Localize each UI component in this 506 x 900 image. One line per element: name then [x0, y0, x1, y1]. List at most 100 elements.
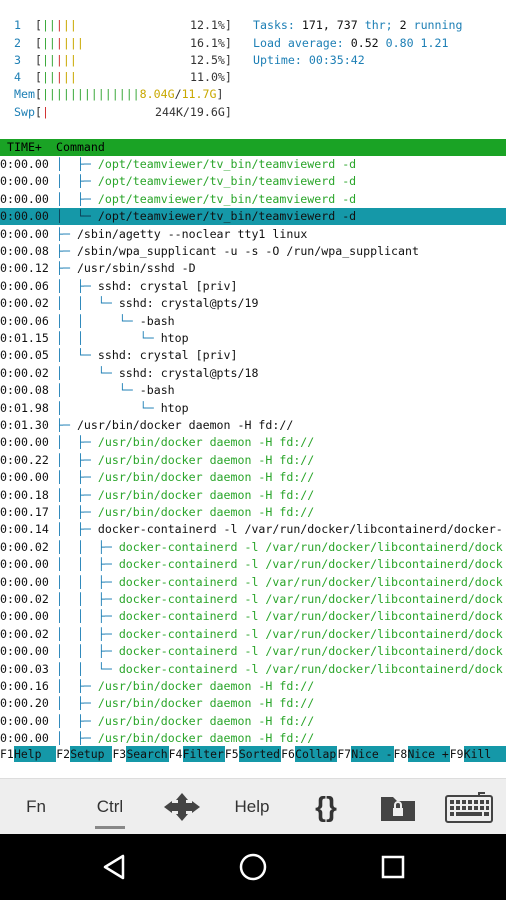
process-row[interactable]: 0:00.02 │ │ ├─ docker-containerd -l /var/… — [0, 591, 506, 608]
process-command: │ ├─ /usr/bin/docker daemon -H fd:// — [56, 696, 315, 711]
process-time: 0:00.14 — [0, 522, 49, 537]
process-row[interactable]: 0:00.02 │ │ ├─ docker-containerd -l /var/… — [0, 539, 506, 556]
fkey-f7[interactable]: F7 — [337, 746, 351, 762]
fkey-f4[interactable]: F4 — [169, 746, 183, 762]
process-time: 0:00.22 — [0, 452, 49, 467]
cpu-percent-3: 12.5%] — [190, 53, 232, 67]
column-time[interactable]: TIME+ — [7, 139, 42, 156]
process-row[interactable]: 0:00.05 │ └─ sshd: crystal [priv] — [0, 347, 506, 364]
fkey-label-f6[interactable]: Collap — [295, 746, 338, 762]
process-time: 0:00.06 — [0, 313, 49, 328]
process-row[interactable]: 0:00.00 │ ├─ /usr/bin/docker daemon -H fd… — [0, 730, 506, 747]
process-row[interactable]: 0:00.00 │ │ ├─ docker-containerd -l /var/… — [0, 608, 506, 625]
fkey-label-f4[interactable]: Filter — [182, 746, 225, 762]
process-row[interactable]: 0:01.30 ├─ /usr/bin/docker daemon -H fd:/… — [0, 417, 506, 434]
process-row[interactable]: 0:00.00 │ ├─ /opt/teamviewer/tv_bin/teamv… — [0, 191, 506, 208]
process-row[interactable]: 0:00.08 │ └─ -bash — [0, 382, 506, 399]
fkey-label-f7[interactable]: Nice - — [351, 746, 394, 762]
process-time: 0:00.00 — [0, 157, 49, 171]
process-time: 0:00.02 — [0, 626, 49, 641]
process-command: │ │ ├─ docker-containerd -l /var/run/doc… — [56, 626, 503, 641]
process-command: │ ├─ /usr/bin/docker daemon -H fd:// — [56, 452, 315, 467]
process-row[interactable]: 0:00.00 │ ├─ /usr/bin/docker daemon -H fd… — [0, 713, 506, 730]
process-time: 0:01.15 — [0, 331, 49, 345]
fkey-label-f1[interactable]: Help — [14, 746, 57, 762]
fkey-f8[interactable]: F8 — [394, 746, 408, 762]
process-command: ├─ /usr/bin/docker daemon -H fd:// — [56, 418, 294, 432]
process-row[interactable]: 0:00.16 │ ├─ /usr/bin/docker daemon -H fd… — [0, 678, 506, 695]
process-command: │ ├─ /usr/bin/docker daemon -H fd:// — [56, 731, 315, 746]
fkey-label-f8[interactable]: Nice + — [407, 746, 450, 762]
fkey-f6[interactable]: F6 — [281, 746, 295, 762]
process-command: │ ├─ /usr/bin/docker daemon -H fd:// — [56, 470, 315, 485]
process-list-header[interactable]: TIME+ Command — [0, 139, 506, 156]
fkey-f1[interactable]: F1 — [0, 746, 14, 762]
uptime-stat: Uptime: 00:35:42 — [253, 53, 365, 67]
process-row[interactable]: 0:00.00 │ ├─ /opt/teamviewer/tv_bin/teamv… — [0, 156, 506, 173]
keyboard-icon[interactable] — [442, 779, 496, 835]
fkey-label-f9[interactable]: Kill — [463, 746, 506, 762]
process-row[interactable]: 0:00.02 │ │ └─ sshd: crystal@pts/19 — [0, 295, 506, 312]
process-row[interactable]: 0:00.00 │ ├─ /usr/bin/docker daemon -H fd… — [0, 434, 506, 451]
process-row[interactable]: 0:00.12 ├─ /usr/sbin/sshd -D — [0, 260, 506, 277]
recents-icon[interactable] — [372, 834, 414, 900]
fkey-f2[interactable]: F2 — [56, 746, 70, 762]
folder-lock-icon[interactable] — [376, 779, 420, 835]
swap-meter: Swp[| — [14, 105, 49, 119]
process-row[interactable]: 0:00.02 │ │ ├─ docker-containerd -l /var/… — [0, 626, 506, 643]
process-command: │ └─ sshd: crystal [priv] — [56, 348, 238, 363]
fkey-f5[interactable]: F5 — [225, 746, 239, 762]
fkey-f3[interactable]: F3 — [112, 746, 126, 762]
arrows-move-icon[interactable] — [158, 779, 206, 835]
process-command: │ └─ htop — [56, 400, 189, 415]
fkey-f9[interactable]: F9 — [450, 746, 464, 762]
cpu-meter-3: 3 [||||| — [14, 53, 77, 67]
back-icon[interactable] — [94, 834, 134, 900]
column-command[interactable]: Command — [56, 139, 105, 156]
android-navigation-bar — [0, 834, 506, 900]
process-row[interactable]: 0:00.20 │ ├─ /usr/bin/docker daemon -H fd… — [0, 695, 506, 712]
process-row[interactable]: 0:00.00 │ └─ /opt/teamviewer/tv_bin/teamv… — [0, 208, 506, 226]
process-row[interactable]: 0:01.98 │ └─ htop — [0, 400, 506, 417]
process-row[interactable]: 0:00.00 │ ├─ /opt/teamviewer/tv_bin/teamv… — [0, 173, 506, 190]
process-command: │ ├─ docker-containerd -l /var/run/docke… — [56, 522, 503, 537]
help-key-button[interactable]: Help — [226, 779, 278, 835]
process-time: 0:00.18 — [0, 487, 49, 502]
fkey-label-f5[interactable]: Sorted — [238, 746, 282, 762]
process-command: │ └─ /opt/teamviewer/tv_bin/teamviewerd … — [56, 209, 357, 224]
process-row[interactable]: 0:00.08 ├─ /sbin/wpa_supplicant -u -s -O … — [0, 243, 506, 260]
process-time: 0:00.00 — [0, 713, 49, 728]
swap-value: 244K/19.6G] — [155, 105, 232, 119]
process-command: │ ├─ /opt/teamviewer/tv_bin/teamviewerd … — [56, 191, 357, 206]
fn-key-button[interactable]: Fn — [10, 779, 62, 835]
process-command: │ │ └─ sshd: crystal@pts/19 — [56, 296, 259, 311]
process-row[interactable]: 0:00.00 │ ├─ /usr/bin/docker daemon -H fd… — [0, 469, 506, 486]
process-command: │ │ └─ -bash — [56, 313, 175, 328]
htop-terminal[interactable]: 1 [||||| 12.1%] 2 [|||||| 16.1%] 3 [||||| 12.… — [0, 0, 506, 778]
process-time: 0:00.05 — [0, 348, 49, 363]
process-row[interactable]: 0:00.00 │ │ ├─ docker-containerd -l /var/… — [0, 574, 506, 591]
process-row[interactable]: 0:00.00 │ │ ├─ docker-containerd -l /var/… — [0, 556, 506, 573]
process-time: 0:01.30 — [0, 418, 49, 432]
process-time: 0:00.00 — [0, 644, 49, 659]
mem-meter: Mem[||||||||||||||8.04G/11.7G] — [14, 87, 224, 101]
process-row[interactable]: 0:00.17 │ ├─ /usr/bin/docker daemon -H fd… — [0, 504, 506, 521]
cpu-meter-1: 1 [||||| — [14, 18, 77, 32]
process-row[interactable]: 0:00.14 │ ├─ docker-containerd -l /var/ru… — [0, 521, 506, 538]
process-row[interactable]: 0:01.15 │ │ └─ htop — [0, 330, 506, 347]
fkey-label-f3[interactable]: Search — [126, 746, 169, 762]
process-time: 0:00.00 — [0, 609, 49, 624]
process-row[interactable]: 0:00.03 │ │ └─ docker-containerd -l /var/… — [0, 661, 506, 678]
braces-key-button[interactable]: {} — [300, 779, 352, 835]
process-row[interactable]: 0:00.06 │ ├─ sshd: crystal [priv] — [0, 278, 506, 295]
home-icon[interactable] — [232, 834, 274, 900]
process-row[interactable]: 0:00.06 │ │ └─ -bash — [0, 313, 506, 330]
process-row[interactable]: 0:00.00 ├─ /sbin/agetty --noclear tty1 li… — [0, 226, 506, 243]
process-time: 0:00.06 — [0, 278, 49, 293]
process-row[interactable]: 0:00.22 │ ├─ /usr/bin/docker daemon -H fd… — [0, 452, 506, 469]
process-row[interactable]: 0:00.18 │ ├─ /usr/bin/docker daemon -H fd… — [0, 487, 506, 504]
process-row[interactable]: 0:00.00 │ │ ├─ docker-containerd -l /var/… — [0, 643, 506, 660]
process-row[interactable]: 0:00.02 │ └─ sshd: crystal@pts/18 — [0, 365, 506, 382]
fkey-label-f2[interactable]: Setup — [70, 746, 113, 762]
process-command: │ ├─ /usr/bin/docker daemon -H fd:// — [56, 713, 315, 728]
